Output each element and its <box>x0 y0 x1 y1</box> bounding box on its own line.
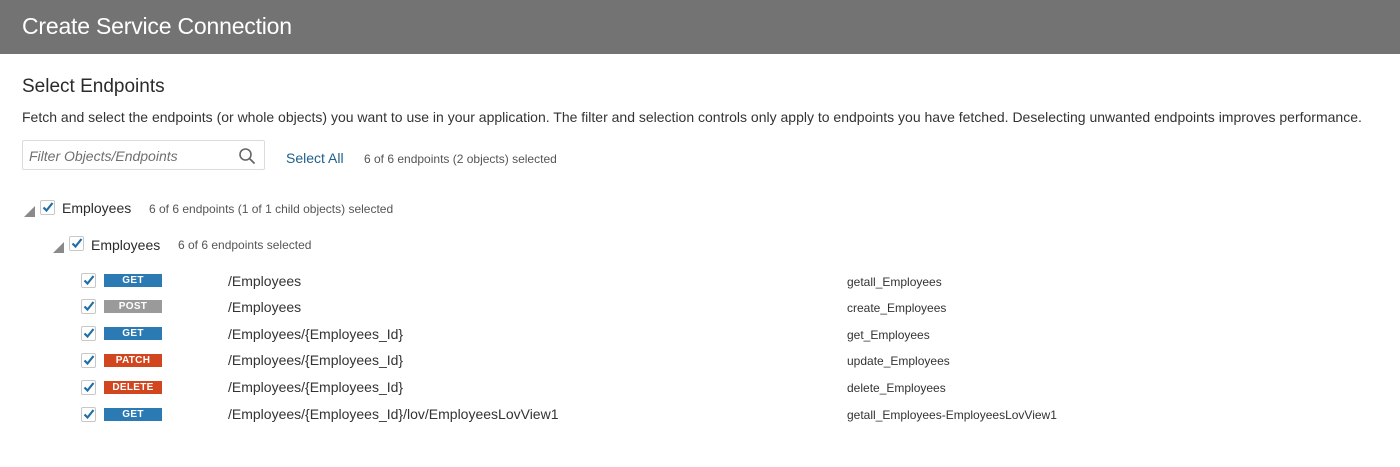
endpoint-checkbox[interactable] <box>81 273 96 288</box>
operation-name: create_Employees <box>847 301 947 315</box>
search-icon[interactable] <box>238 147 256 165</box>
endpoint-path: /Employees/{Employees_Id} <box>228 379 404 395</box>
section-title: Select Endpoints <box>22 76 165 97</box>
endpoint-checkbox[interactable] <box>81 407 96 422</box>
select-all-link[interactable]: Select All <box>286 150 344 166</box>
endpoint-checkbox[interactable] <box>81 353 96 368</box>
checkmark-icon <box>83 355 95 366</box>
method-badge-get: GET <box>104 327 162 340</box>
tree-toggle-triangle-icon[interactable] <box>53 240 64 253</box>
section-description: Fetch and select the endpoints (or whole… <box>22 109 1362 125</box>
operation-name: getall_Employees <box>847 275 942 289</box>
operation-name: getall_Employees-EmployeesLovView1 <box>847 408 1057 422</box>
tree-node-count: 6 of 6 endpoints selected <box>178 238 312 252</box>
tree-node-label[interactable]: Employees <box>91 237 160 253</box>
root-checkbox[interactable] <box>40 200 55 215</box>
tree-node-count: 6 of 6 endpoints (1 of 1 child objects) … <box>149 202 394 216</box>
method-badge-get: GET <box>104 274 162 287</box>
dialog-title: Create Service Connection <box>22 13 292 39</box>
operation-name: update_Employees <box>847 354 950 368</box>
dialog-header: Create Service Connection <box>0 0 1400 54</box>
filter-field[interactable] <box>22 140 265 170</box>
endpoint-checkbox[interactable] <box>81 326 96 341</box>
endpoint-path: /Employees/{Employees_Id} <box>228 352 404 368</box>
checkmark-icon <box>42 202 54 213</box>
tree-node-label[interactable]: Employees <box>62 200 131 216</box>
operation-name: get_Employees <box>847 328 930 342</box>
endpoint-checkbox[interactable] <box>81 380 96 395</box>
checkmark-icon <box>83 382 95 393</box>
method-badge-delete: DELETE <box>104 381 162 394</box>
method-badge-get: GET <box>104 408 162 421</box>
endpoint-checkbox[interactable] <box>81 299 96 314</box>
endpoint-path: /Employees <box>228 273 302 289</box>
checkmark-icon <box>83 409 95 420</box>
endpoint-path: /Employees/{Employees_Id} <box>228 326 404 342</box>
filter-input[interactable] <box>29 146 229 166</box>
checkmark-icon <box>71 238 83 249</box>
checkmark-icon <box>83 275 95 286</box>
selection-summary: 6 of 6 endpoints (2 objects) selected <box>364 152 557 166</box>
checkmark-icon <box>83 301 95 312</box>
child-checkbox[interactable] <box>69 236 84 251</box>
method-badge-post: POST <box>104 300 162 313</box>
checkmark-icon <box>83 328 95 339</box>
tree-toggle-triangle-icon[interactable] <box>24 204 35 217</box>
operation-name: delete_Employees <box>847 381 946 395</box>
endpoint-path: /Employees <box>228 299 302 315</box>
method-badge-patch: PATCH <box>104 354 162 367</box>
endpoint-path: /Employees/{Employees_Id}/lov/EmployeesL… <box>228 406 559 422</box>
